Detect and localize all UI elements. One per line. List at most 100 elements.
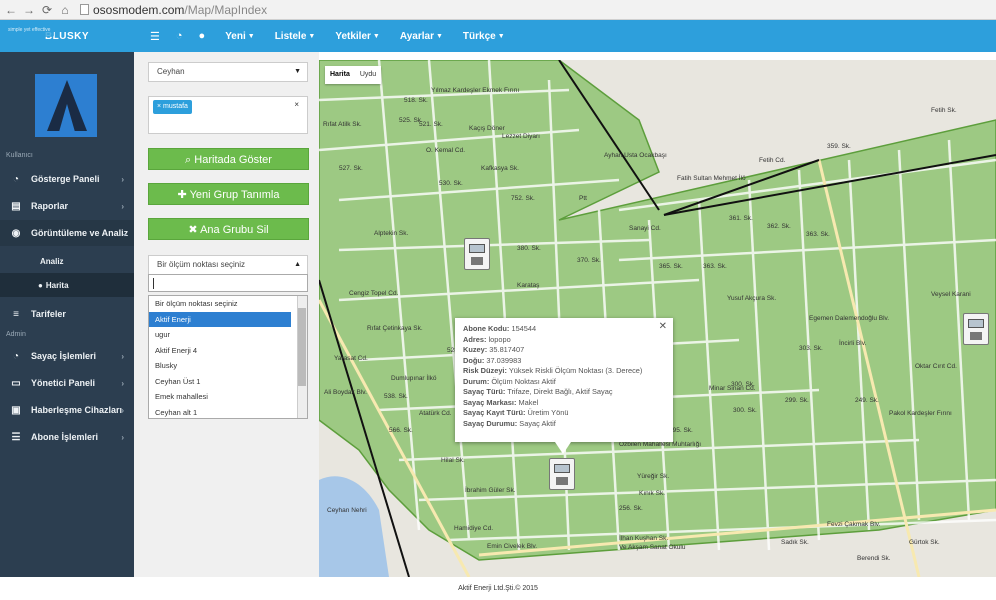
- back-icon[interactable]: ←: [4, 3, 18, 17]
- info-value: Üretim Yönü: [527, 408, 569, 417]
- list-item[interactable]: Blusky: [149, 358, 307, 374]
- sidebar-item-comm-devices[interactable]: ▣ Haberleşme Cihazları ›: [0, 397, 134, 423]
- close-icon[interactable]: ✕: [659, 321, 667, 332]
- sidebar-item-subscriber-ops[interactable]: ☰ Abone İşlemleri ›: [0, 424, 134, 450]
- brand-logo[interactable]: BLUSKY simple yet effective: [0, 20, 134, 52]
- street-label: Hamidiye Cd.: [454, 525, 493, 532]
- show-on-map-button[interactable]: ⌕ Haritada Göster: [148, 148, 309, 170]
- list-icon: ☰: [11, 431, 21, 443]
- info-label: Doğu:: [463, 355, 485, 365]
- sidebar-item-reports[interactable]: ▤ Raporlar ›: [0, 193, 134, 219]
- dashboard-icon[interactable]: ◔: [176, 30, 183, 42]
- dashboard-icon: ◔: [12, 350, 20, 362]
- sidebar-item-label: Abone İşlemleri: [31, 432, 99, 442]
- section-user-label: Kullanıcı: [6, 152, 33, 159]
- marker-info-window: ✕ Abone Kodu: 154544 Adres: lopopo Kuzey…: [455, 318, 673, 454]
- section-admin-label: Admin: [6, 331, 26, 338]
- street-label: Egemen Dalemendoğlu Blv.: [809, 315, 889, 322]
- list-item[interactable]: Ceyhan alt 1: [149, 405, 307, 419]
- map-type-satellite-button[interactable]: Uydu: [355, 66, 381, 84]
- sidebar-subitem-analysis[interactable]: Analiz: [0, 249, 134, 273]
- list-item[interactable]: Aktif Enerji: [149, 311, 291, 327]
- region-select[interactable]: Ceyhan ▼: [148, 62, 308, 82]
- info-row: Doğu: 37.039983: [463, 356, 665, 367]
- sidebar-item-label: Gösterge Paneli: [31, 174, 100, 184]
- show-on-map-label: Haritada Göster: [194, 154, 272, 166]
- forward-icon[interactable]: →: [22, 3, 36, 17]
- url-host: ososmodem.com: [93, 2, 185, 17]
- user-tag-input[interactable]: × mustafa ×: [148, 96, 308, 134]
- sidebar-item-meter-ops[interactable]: ◔ Sayaç İşlemleri ›: [0, 343, 134, 369]
- meter-marker-icon[interactable]: [963, 313, 989, 345]
- street-label: Atatürk Cd.: [419, 410, 452, 417]
- reload-icon[interactable]: ⟳: [40, 3, 54, 17]
- home-icon[interactable]: ⌂: [58, 3, 72, 17]
- menu-toggle-icon[interactable]: ☰: [150, 30, 160, 43]
- street-label: Yusuf Akçura Sk.: [727, 295, 776, 302]
- meter-marker-icon[interactable]: [549, 458, 575, 490]
- list-item[interactable]: ugur: [149, 327, 307, 343]
- nav-permissions[interactable]: Yetkiler ▼: [335, 31, 380, 42]
- point-dropdown-list: Bir ölçüm noktası seçiniz Aktif Enerji u…: [148, 295, 308, 419]
- clear-icon[interactable]: ×: [294, 100, 299, 109]
- list-item[interactable]: Bir ölçüm noktası seçiniz: [149, 296, 307, 312]
- sidebar-item-viewing[interactable]: ◉ Görüntüleme ve Analiz ⌄: [0, 220, 134, 246]
- street-label: İncirli Blv.: [839, 338, 867, 347]
- list-item[interactable]: Ceyhan Üst 1: [149, 374, 307, 390]
- report-icon: ▤: [11, 200, 21, 212]
- street-label: 365. Sk.: [659, 263, 683, 270]
- street-label: Ceyhan Nehri: [327, 507, 367, 514]
- scrollbar-thumb[interactable]: [298, 308, 306, 386]
- globe-icon[interactable]: ●: [199, 30, 206, 42]
- street-label: İbrahim Güler Sk.: [465, 485, 516, 494]
- info-label: Adres:: [463, 334, 487, 344]
- sidebar-item-admin-panel[interactable]: ▭ Yönetici Paneli ›: [0, 370, 134, 396]
- nav-list[interactable]: Listele ▼: [275, 31, 316, 42]
- list-item[interactable]: Emek mahallesi: [149, 389, 307, 405]
- street-label: Lezzet Diyarı: [502, 133, 540, 140]
- sidebar-item-label: Haberleşme Cihazları: [31, 405, 123, 415]
- nav-new[interactable]: Yeni ▼: [225, 31, 255, 42]
- street-label: 303. Sk.: [799, 345, 823, 352]
- chevron-right-icon: ›: [121, 174, 124, 184]
- nav-language[interactable]: Türkçe ▼: [463, 31, 505, 42]
- info-row: Sayaç Durumu: Sayaç Aktif: [463, 419, 665, 430]
- sidebar-subitem-label: Analiz: [40, 256, 64, 266]
- sidebar-item-dashboard[interactable]: ◔ Gösterge Paneli ›: [0, 166, 134, 192]
- info-label: Sayaç Markası:: [463, 397, 517, 407]
- street-label: Ayhan Usta Ocakbaşı: [604, 152, 667, 159]
- caret-down-icon: ▼: [308, 32, 316, 40]
- street-label: Kafkasya Sk.: [481, 165, 519, 172]
- street-label: Sadık Sk.: [781, 539, 809, 546]
- delete-group-button[interactable]: ✖ Ana Grubu Sil: [148, 218, 309, 240]
- map-canvas[interactable]: 518. Sk. 521. Sk. 525. Sk. 527. Sk. O. K…: [319, 60, 996, 577]
- street-label: Karataş: [517, 282, 540, 289]
- info-row: Sayaç Türü: Trifaze, Direkt Bağlı, Aktif…: [463, 387, 665, 398]
- street-label: Sanayi Cd.: [629, 225, 661, 232]
- nav-settings[interactable]: Ayarlar ▼: [400, 31, 443, 42]
- device-icon: ▣: [11, 404, 21, 416]
- meter-marker-icon[interactable]: [464, 238, 490, 270]
- sidebar-item-label: Sayaç İşlemleri: [31, 351, 97, 361]
- list-icon: ≡: [13, 308, 19, 320]
- street-label: Yüreğir Sk.: [637, 473, 669, 480]
- info-value: 35.817407: [489, 345, 525, 354]
- sidebar-item-tariffs[interactable]: ≡ Tarifeler: [0, 301, 134, 327]
- new-group-button[interactable]: ✚ Yeni Grup Tanımla: [148, 183, 309, 205]
- dropdown-search-input[interactable]: [148, 274, 308, 292]
- user-tag[interactable]: × mustafa: [153, 100, 192, 114]
- scrollbar[interactable]: [297, 296, 307, 418]
- info-label: Sayaç Türü:: [463, 387, 506, 396]
- nav-language-label: Türkçe: [462, 30, 496, 42]
- point-select[interactable]: Bir ölçüm noktası seçiniz ▲: [148, 255, 308, 275]
- sidebar-subitem-map[interactable]: ● Harita: [0, 273, 134, 297]
- list-item[interactable]: Aktif Enerji 4: [149, 343, 307, 359]
- address-bar[interactable]: ososmodem.com/Map/MapIndex: [80, 3, 267, 17]
- street-label: Berendi Sk.: [857, 555, 891, 562]
- street-label: 361. Sk.: [729, 215, 753, 222]
- delete-group-label: Ana Grubu Sil: [200, 224, 269, 236]
- map-type-map-button[interactable]: Harita: [325, 66, 355, 84]
- company-logo: [35, 74, 97, 137]
- street-label: Fevzi Çakmak Blv.: [827, 521, 881, 528]
- info-row: Kuzey: 35.817407: [463, 345, 665, 356]
